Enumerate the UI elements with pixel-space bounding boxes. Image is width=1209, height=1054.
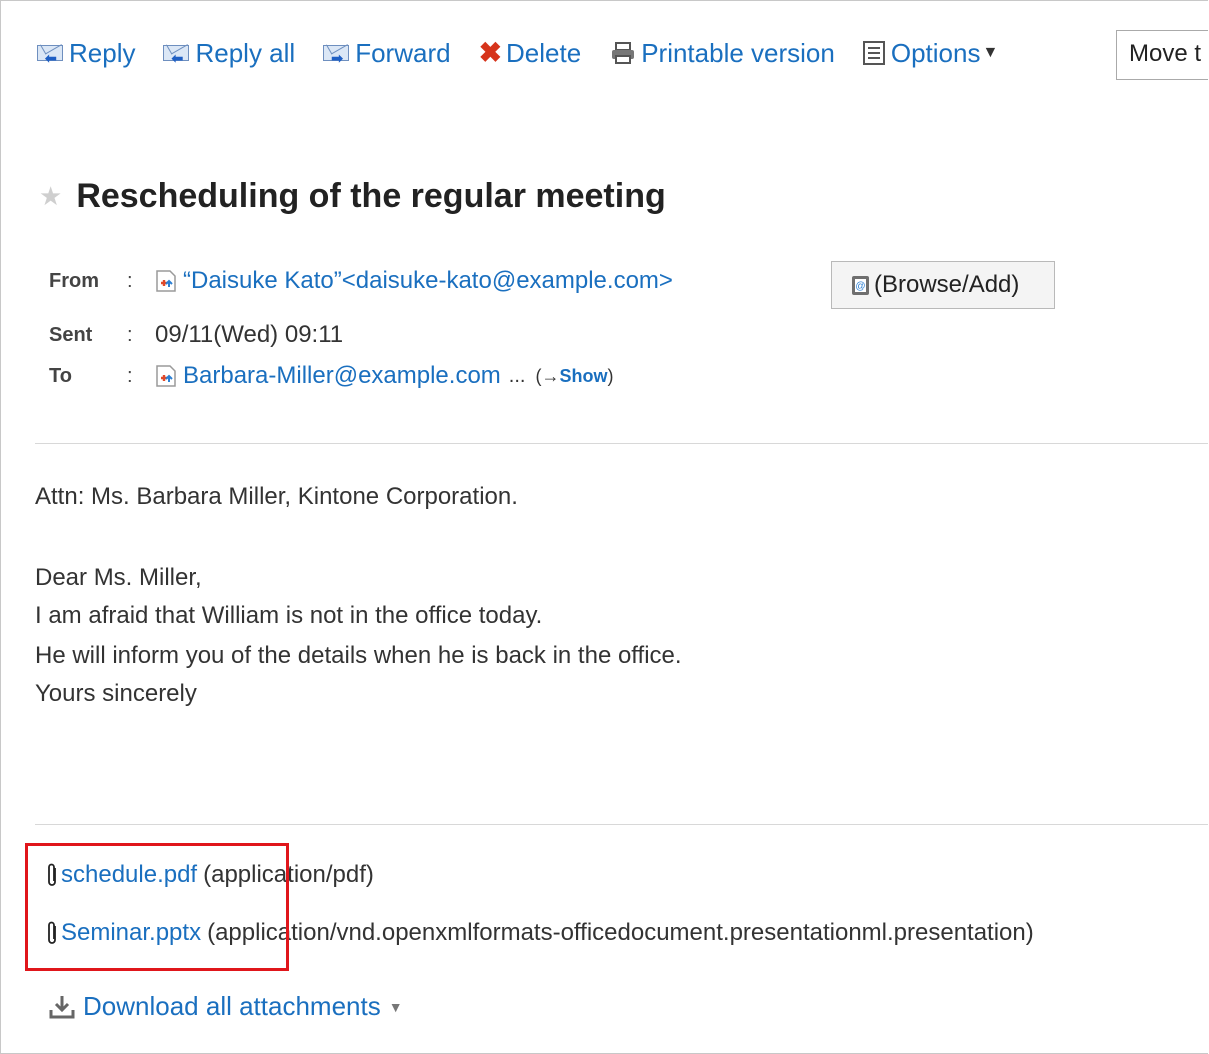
- options-menu-button[interactable]: Options ▼: [862, 37, 999, 69]
- show-suffix: ): [607, 365, 614, 386]
- sent-value: 09/11(Wed) 09:11: [155, 321, 344, 348]
- download-all-button[interactable]: Download all attachments ▼: [47, 991, 403, 1022]
- from-colon: :: [127, 269, 133, 292]
- star-icon[interactable]: ★: [39, 181, 62, 212]
- browse-add-button[interactable]: @ (Browse/Add): [831, 261, 1055, 309]
- show-label: Show: [559, 365, 608, 386]
- to-colon: :: [127, 364, 133, 387]
- from-row: From : “Daisuke Kato”<daisuke-kato@examp…: [49, 267, 673, 295]
- delete-icon: ✖: [478, 37, 503, 68]
- svg-text:@: @: [855, 281, 865, 292]
- reply-all-icon: ⬅: [163, 43, 193, 65]
- reply-icon: ⬅: [37, 43, 67, 65]
- body-divider: [35, 824, 1208, 825]
- show-recipients-link[interactable]: (→Show): [535, 366, 613, 387]
- delete-button[interactable]: ✖ Delete: [479, 38, 582, 69]
- from-address-link[interactable]: “Daisuke Kato”<daisuke-kato@example.com>: [183, 267, 673, 295]
- forward-button[interactable]: ➡ Forward: [323, 37, 451, 69]
- printable-label: Printable version: [641, 37, 835, 68]
- address-icon: [156, 270, 176, 292]
- body-line: I am afraid that William is not in the o…: [35, 602, 543, 629]
- body-line: He will inform you of the details when h…: [35, 642, 682, 669]
- move-folder-select[interactable]: Move t: [1116, 30, 1208, 80]
- header-divider: [35, 443, 1208, 444]
- printable-version-button[interactable]: Printable version: [609, 38, 835, 69]
- to-label: To: [49, 364, 72, 387]
- mail-toolbar: ⬅ Reply ⬅ Reply all ➡ Forward ✖ Delete P…: [37, 35, 1026, 71]
- address-icon: [156, 365, 176, 387]
- show-prefix: (→: [535, 365, 560, 386]
- attachments-highlight-box: [25, 843, 289, 971]
- reply-button[interactable]: ⬅ Reply: [37, 38, 135, 69]
- to-row: To : Barbara-Miller@example.com ... (→Sh…: [49, 362, 613, 390]
- forward-icon: ➡: [323, 43, 353, 65]
- sent-colon: :: [127, 323, 133, 346]
- to-address-link[interactable]: Barbara-Miller@example.com: [183, 362, 501, 390]
- reply-all-label: Reply all: [195, 37, 296, 68]
- print-icon: [612, 42, 635, 64]
- chevron-down-icon: ▼: [982, 44, 999, 61]
- reply-label: Reply: [69, 37, 136, 68]
- delete-label: Delete: [506, 37, 582, 68]
- attachment-type: (application/vnd.openxmlformats-officedo…: [207, 919, 1034, 946]
- download-all-label: Download all attachments: [83, 991, 381, 1021]
- reply-all-button[interactable]: ⬅ Reply all: [163, 38, 295, 69]
- message-subject-row: ★ Rescheduling of the regular meeting: [39, 177, 666, 216]
- options-label: Options: [890, 37, 981, 68]
- forward-label: Forward: [355, 37, 451, 68]
- chevron-down-icon[interactable]: ▼: [389, 999, 403, 1015]
- options-icon: [862, 41, 885, 65]
- from-label: From: [49, 269, 99, 292]
- message-subject: Rescheduling of the regular meeting: [76, 177, 666, 215]
- browse-add-label: (Browse/Add): [874, 271, 1020, 298]
- body-line: Attn: Ms. Barbara Miller, Kintone Corpor…: [35, 483, 518, 510]
- body-line: Yours sincerely: [35, 680, 197, 707]
- sent-label: Sent: [49, 323, 93, 346]
- sent-row: Sent : 09/11(Wed) 09:11: [49, 321, 343, 349]
- mail-view: ⬅ Reply ⬅ Reply all ➡ Forward ✖ Delete P…: [0, 0, 1208, 1054]
- body-line: Dear Ms. Miller,: [35, 564, 202, 591]
- download-icon: [49, 995, 75, 1018]
- to-more: ...: [508, 364, 526, 387]
- addressbook-icon: @: [852, 276, 869, 295]
